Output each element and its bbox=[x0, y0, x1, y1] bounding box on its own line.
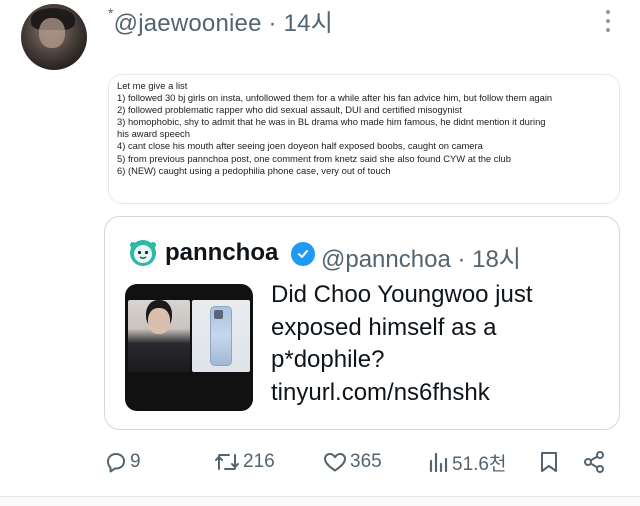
quote-time[interactable]: 18시 bbox=[472, 246, 521, 273]
text-line: his award speech bbox=[117, 128, 190, 140]
retweet-count: 216 bbox=[243, 451, 275, 472]
text-line: 6) (NEW) caught using a pedophilia phone… bbox=[117, 164, 391, 176]
reply-button[interactable]: 9 bbox=[104, 444, 141, 480]
star-mark: * bbox=[108, 5, 114, 21]
thumbnail-photo-phone-case bbox=[192, 300, 250, 372]
quote-author-name[interactable]: pannchoa bbox=[165, 239, 278, 267]
retweet-icon bbox=[215, 454, 239, 470]
reply-count: 9 bbox=[130, 451, 141, 472]
quote-handle[interactable]: @pannchoa bbox=[321, 246, 451, 273]
pannchoa-logo-icon bbox=[130, 240, 156, 266]
time-separator: · bbox=[268, 10, 277, 37]
thumbnail-photo-person bbox=[128, 300, 190, 372]
text-line: 1) followed 30 bj girls on insta, unfoll… bbox=[117, 92, 553, 104]
quote-handle-line: @pannchoa · 18시 bbox=[321, 239, 521, 274]
tweet-time[interactable]: 14시 bbox=[284, 10, 333, 37]
reply-icon bbox=[107, 453, 125, 473]
like-count: 365 bbox=[350, 451, 382, 472]
quote-tweet-card[interactable]: pannchoa @pannchoa · 18시 Did Choo Youngw… bbox=[104, 216, 620, 430]
share-button[interactable] bbox=[582, 444, 606, 480]
avatar-face bbox=[39, 18, 65, 48]
bookmark-icon bbox=[541, 452, 557, 472]
views-count: 51.6천 bbox=[452, 453, 507, 475]
text-line: 2) followed problematic rapper who did s… bbox=[117, 104, 462, 116]
quote-text: Did Choo Youngwoo just exposed himself a… bbox=[271, 279, 601, 409]
time-separator: · bbox=[457, 246, 466, 273]
text-line: 5) from previous pannchoa post, one comm… bbox=[117, 152, 511, 164]
author-avatar[interactable] bbox=[21, 4, 87, 70]
bottom-divider bbox=[0, 496, 640, 506]
like-button[interactable]: 365 bbox=[322, 444, 382, 480]
quote-link[interactable]: tinyurl.com/ns6fhshk bbox=[271, 377, 601, 410]
text-line: 4) cant close his mouth after seeing joe… bbox=[117, 140, 483, 152]
author-handle[interactable]: @jaewooniee bbox=[114, 10, 262, 37]
action-bar: 9 216 365 51.6천 bbox=[0, 444, 640, 480]
more-vertical-icon[interactable] bbox=[598, 8, 618, 34]
share-icon bbox=[584, 451, 604, 473]
quote-text-line: Did Choo Youngwoo just bbox=[271, 281, 533, 308]
quote-thumbnail-image[interactable] bbox=[125, 284, 253, 411]
text-line: Let me give a list bbox=[117, 80, 188, 91]
text-line: 3) homophobic, shy to admit that he was … bbox=[117, 116, 546, 128]
views-icon bbox=[429, 452, 448, 473]
retweet-button[interactable]: 216 bbox=[213, 444, 275, 480]
text-image-card[interactable]: Let me give a list 1) followed 30 bj gir… bbox=[108, 74, 620, 204]
verified-badge-icon bbox=[291, 242, 315, 266]
views-button[interactable]: 51.6천 bbox=[428, 444, 506, 480]
author-line: *@jaewooniee · 14시 bbox=[108, 3, 333, 38]
heart-icon bbox=[324, 453, 346, 472]
quote-text-line: exposed himself as a bbox=[271, 313, 497, 341]
bookmark-button[interactable] bbox=[538, 444, 560, 480]
quote-text-line: p*dophile? bbox=[271, 346, 385, 373]
